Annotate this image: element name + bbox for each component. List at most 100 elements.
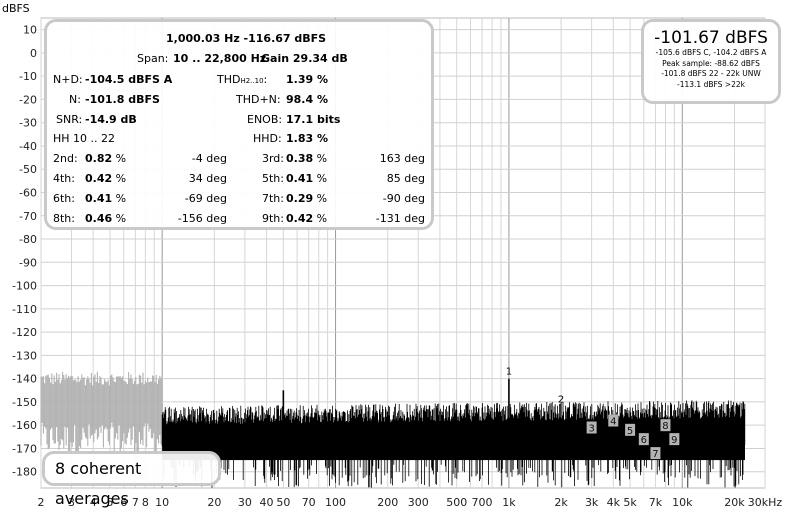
x-tick-label: 20 [207,496,221,509]
peak-level-value: -101.67 dBFS [654,28,768,48]
x-tick-label: 30 [238,496,252,509]
harmonic-phase: 34 deg [188,172,227,185]
harmonic-level: 0.42 % [286,212,346,226]
harmonic-percent: 0.42 [286,212,314,225]
y-tick-label: -90 [19,256,37,269]
x-tick-label: 700 [472,496,493,509]
harmonic-marker: 5 [627,426,633,437]
harmonic-label: 9th: [262,212,284,225]
y-tick-label: -170 [12,442,37,455]
harmonic-marker: 8 [662,421,668,432]
percent-sign: % [316,192,328,205]
x-tick-label: 3k [585,496,599,509]
harmonic-marker: 1 [506,367,512,378]
thd-value: 1.39 % [286,73,328,86]
harmonic-percent: 0.38 [286,152,314,165]
harmonic-percent: 0.29 [286,192,314,205]
x-tick-label: 100 [325,496,346,509]
harmonic-label: 6th: [53,192,75,205]
percent-sign: % [115,212,127,225]
harmonic-percent: 0.41 [85,192,113,205]
span-label: Span: [137,52,169,65]
harmonic-label: 2nd: [53,152,78,165]
y-tick-label: -40 [19,140,37,153]
y-tick-label: -70 [19,210,37,223]
n-value: -101.8 dBFS [85,93,160,106]
hhd-value: 1.83 % [286,132,328,145]
x-tick-label: 10k [672,496,693,509]
harmonic-percent: 0.46 [85,212,113,225]
averages-badge[interactable]: 8 coherent averages [42,451,221,508]
x-tick-label: 7k [649,496,663,509]
y-tick-label: -100 [12,280,37,293]
harmonic-label: 7th: [262,192,284,205]
y-tick-label: -20 [19,93,37,106]
x-tick-label: 20k [724,496,745,509]
harmonic-percent: 0.41 [286,172,314,185]
x-tick-label: 7 [132,496,139,509]
enob-label: ENOB: [247,113,283,126]
peak-detail-line: -113.1 dBFS >22k [677,79,745,89]
y-tick-label: -110 [12,303,37,316]
harmonic-percent: 0.42 [85,172,113,185]
peak-detail-line: -105.6 dBFS C, -104.2 dBFS A [655,48,767,57]
x-tick-label: 40 [260,496,274,509]
snr-value: -14.9 dB [85,113,137,126]
fundamental-readout: 1,000.03 Hz -116.67 dBFS [166,32,327,45]
x-tick-label: 70 [302,496,316,509]
harmonic-percent: 0.82 [85,152,113,165]
y-tick-label: -120 [12,326,37,339]
n-label: N: [69,93,81,106]
x-tick-label: 30kHz [748,496,783,509]
snr-label: SNR: [56,113,83,126]
measurement-stats-panel[interactable]: 1,000.03 Hz -116.67 dBFS Span: 10 .. 22,… [44,19,434,230]
x-tick-label: 300 [408,496,429,509]
y-tick-label: -140 [12,373,37,386]
hh-range-label: HH 10 .. 22 [53,132,116,145]
percent-sign: % [115,192,127,205]
harmonic-label: 5th: [262,172,284,185]
harmonic-marker: 3 [588,424,594,435]
gain-value: Gain 29.34 dB [261,52,348,65]
y-tick-label: -130 [12,349,37,362]
harmonic-level: 0.29 % [286,192,346,206]
x-tick-label: 200 [377,496,398,509]
nd-label: N+D: [53,73,83,86]
y-tick-label: 10 [23,24,37,37]
harmonic-marker: 6 [641,435,647,446]
harmonic-level: 0.38 % [286,152,346,166]
percent-sign: % [115,172,127,185]
percent-sign: % [115,152,127,165]
harmonic-phase: 163 deg [379,152,425,165]
thdn-value: 98.4 % [286,93,328,106]
peak-detail-line: Peak sample: -88.62 dBFS [662,58,760,68]
percent-sign: % [316,172,328,185]
x-tick-label: 50 [276,496,290,509]
harmonic-marker: 4 [610,417,616,428]
harmonic-phase: -156 deg [177,212,227,225]
span-value: 10 .. 22,800 Hz [173,52,267,65]
y-tick-label: -10 [19,70,37,83]
x-tick-label: 2k [554,496,568,509]
x-tick-label: 10 [155,496,169,509]
y-tick-label: -60 [19,187,37,200]
nd-value: -104.5 dBFS A [85,73,173,86]
thdn-label: THD+N: [236,93,281,106]
harmonic-phase: -69 deg [184,192,227,205]
y-tick-label: -50 [19,163,37,176]
harmonic-phase: 85 deg [386,172,425,185]
y-tick-label: -150 [12,396,37,409]
y-tick-label: -80 [19,233,37,246]
y-axis-label: dBFS [2,2,30,15]
harmonic-label: 8th: [53,212,75,225]
harmonic-phase: -90 deg [382,192,425,205]
enob-value: 17.1 bits [286,113,341,126]
peak-level-panel[interactable]: -101.67 dBFS -105.6 dBFS C, -104.2 dBFS … [641,19,781,104]
x-tick-label: 5k [623,496,637,509]
harmonic-label: 3rd: [261,152,284,165]
harmonic-marker: 7 [652,449,658,460]
x-tick-label: 1k [502,496,516,509]
y-tick-label: -160 [12,419,37,432]
x-tick-label: 8 [142,496,149,509]
harmonic-phase: -4 deg [191,152,227,165]
